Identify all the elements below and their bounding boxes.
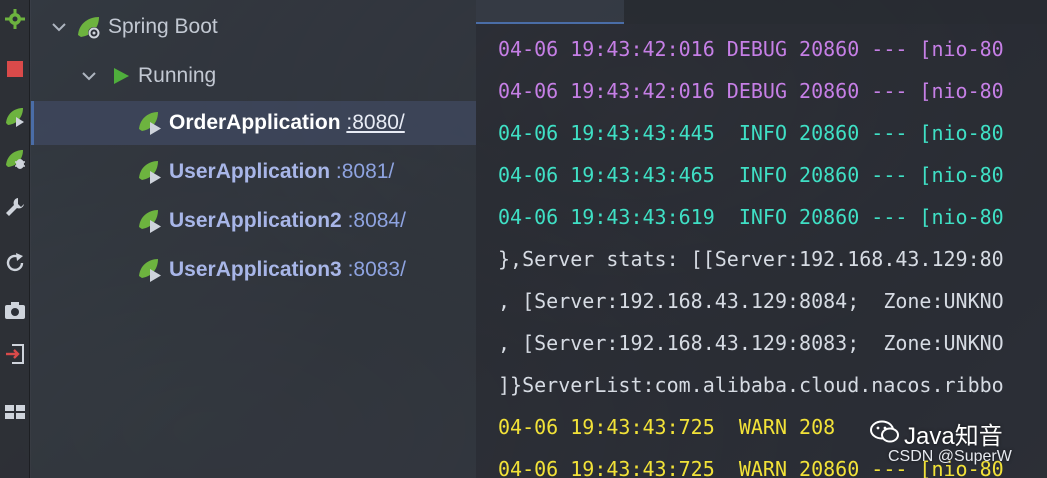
wrench-icon [6, 198, 24, 216]
app-port-link[interactable]: :8081/ [336, 160, 394, 183]
spring-app-run-icon [139, 112, 161, 135]
tree-node-app[interactable]: UserApplication :8081/ [31, 150, 476, 194]
refresh-icon [6, 253, 24, 272]
tree-node-app[interactable]: UserApplication2 :8084/ [31, 199, 476, 243]
spring-app-run-icon [139, 210, 161, 233]
app-item-label: UserApplication2 :8084/ [169, 209, 406, 233]
login-icon [6, 344, 24, 364]
log-line: 04-06 19:43:43:465 INFO 20860 --- [nio-8… [498, 163, 1004, 187]
tree-label-spring-boot: Spring Boot [108, 15, 218, 38]
app-port-link[interactable]: :8083/ [348, 258, 406, 281]
app-name: UserApplication2 [169, 209, 342, 232]
run-spring-button[interactable] [2, 104, 28, 130]
tree-node-running[interactable]: Running [31, 54, 476, 98]
import-button[interactable] [2, 341, 28, 367]
watermark-subtitle: CSDN @SuperW [888, 448, 1012, 465]
running-play-icon [114, 68, 129, 84]
app-name: UserApplication [169, 160, 331, 183]
log-line: 04-06 19:43:43:725 WARN 208 [498, 415, 836, 439]
screenshot-button[interactable] [2, 297, 28, 323]
log-line: , [Server:192.168.43.129:8084; Zone:UNKN… [498, 289, 1004, 313]
spring-app-run-icon [139, 259, 161, 282]
settings-button[interactable] [2, 194, 28, 220]
chevron-down-icon[interactable] [51, 19, 67, 35]
wechat-logo-icon [870, 420, 899, 443]
tree-label-running: Running [138, 64, 217, 87]
stop-button[interactable] [2, 56, 28, 82]
log-line: },Server stats: [[Server:192.168.43.129:… [498, 247, 1004, 271]
debug-spring-button[interactable] [2, 146, 28, 172]
app-port-link[interactable]: :8080/ [346, 111, 404, 134]
log-line: 04-06 19:43:43:445 INFO 20860 --- [nio-8… [498, 121, 1004, 145]
services-tree: Spring Boot Running OrderApplication :80… [31, 0, 476, 478]
spring-gear-icon [5, 9, 25, 29]
tree-node-app[interactable]: OrderApplication :8080/ [31, 101, 476, 145]
app-name: OrderApplication [169, 111, 341, 134]
app-item-label: UserApplication :8081/ [169, 160, 394, 184]
debug-spring-icon [6, 150, 25, 169]
run-spring-icon [6, 108, 24, 127]
layout-icon [5, 405, 25, 419]
app-item-label: OrderApplication :8080/ [169, 111, 405, 135]
log-line: 04-06 19:43:42:016 DEBUG 20860 --- [nio-… [498, 79, 1004, 103]
console-output[interactable]: 04-06 19:43:42:016 DEBUG 20860 --- [nio-… [476, 0, 1047, 478]
tree-node-spring-boot[interactable]: Spring Boot [31, 5, 476, 49]
watermark: Java知音 CSDN @SuperW [870, 414, 1030, 474]
log-line: 04-06 19:43:42:016 DEBUG 20860 --- [nio-… [498, 37, 1004, 61]
camera-icon [5, 302, 25, 319]
app-item-label: UserApplication3 :8083/ [169, 258, 406, 282]
log-line: 04-06 19:43:43:619 INFO 20860 --- [nio-8… [498, 205, 1004, 229]
app-name: UserApplication3 [169, 258, 342, 281]
log-line: , [Server:192.168.43.129:8083; Zone:UNKN… [498, 331, 1004, 355]
app-port-link[interactable]: :8084/ [348, 209, 406, 232]
stop-icon [7, 61, 23, 77]
tree-node-app[interactable]: UserApplication3 :8083/ [31, 248, 476, 292]
spring-app-run-icon [139, 161, 161, 184]
watermark-title: Java知音 [904, 423, 1003, 450]
log-line: ]}ServerList:com.alibaba.cloud.nacos.rib… [498, 373, 1004, 397]
spring-gear-button[interactable] [2, 6, 28, 32]
console-tab[interactable] [476, 0, 624, 24]
spring-boot-icon [78, 17, 100, 39]
refresh-button[interactable] [2, 250, 28, 276]
services-toolbar [0, 0, 30, 478]
layout-button[interactable] [2, 398, 28, 424]
chevron-down-icon[interactable] [81, 68, 97, 84]
console-tab-strip [624, 0, 1047, 24]
